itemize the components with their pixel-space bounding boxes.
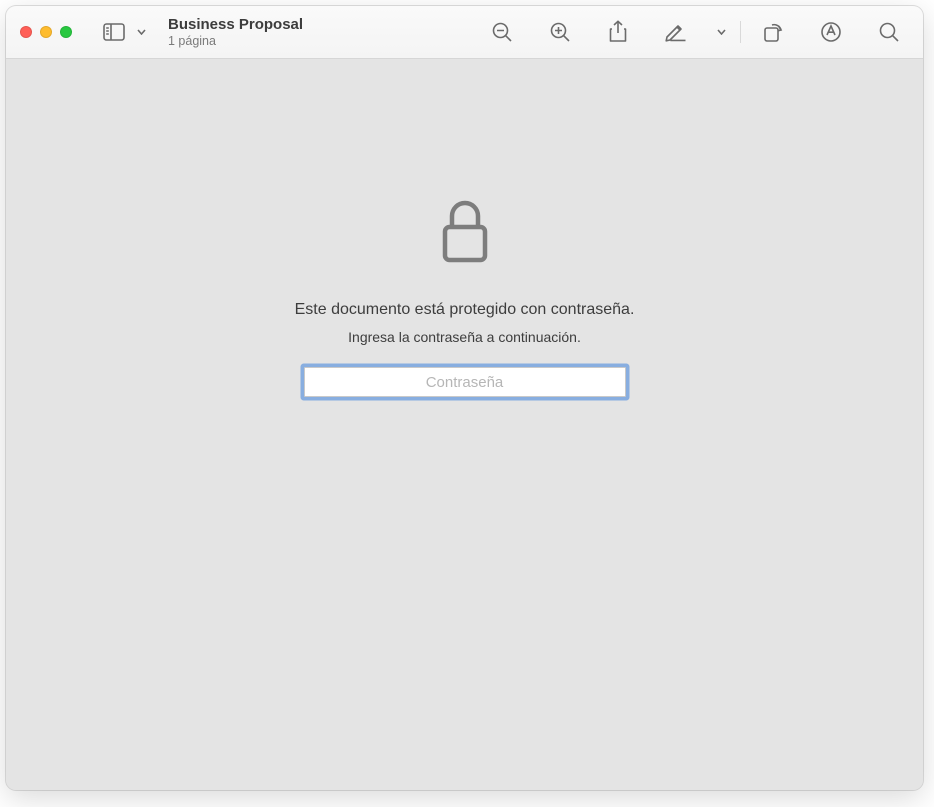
- markup-menu-chevron[interactable]: [714, 14, 728, 50]
- zoom-out-icon: [491, 21, 513, 43]
- content-area: Este documento está protegido con contra…: [6, 59, 923, 790]
- close-window-button[interactable]: [20, 26, 32, 38]
- document-title: Business Proposal: [168, 16, 303, 34]
- marker-icon: [820, 21, 842, 43]
- zoom-in-icon: [549, 21, 571, 43]
- titlebar: Business Proposal 1 página: [6, 6, 923, 59]
- minimize-window-button[interactable]: [40, 26, 52, 38]
- maximize-window-button[interactable]: [60, 26, 72, 38]
- sidebar-menu-chevron[interactable]: [134, 14, 148, 50]
- chevron-down-icon: [137, 29, 146, 35]
- traffic-lights: [20, 26, 72, 38]
- document-subtitle: 1 página: [168, 34, 303, 49]
- sidebar-toggle-group: [94, 14, 148, 50]
- sidebar-toggle-button[interactable]: [94, 14, 134, 50]
- zoom-in-button[interactable]: [540, 14, 580, 50]
- rotate-icon: [762, 21, 784, 43]
- instruction-message: Ingresa la contraseña a continuación.: [348, 329, 581, 345]
- lock-icon: [438, 199, 492, 265]
- preview-window: Business Proposal 1 página: [6, 6, 923, 790]
- protected-message: Este documento está protegido con contra…: [295, 301, 635, 319]
- search-icon: [878, 21, 900, 43]
- rotate-button[interactable]: [753, 14, 793, 50]
- sidebar-icon: [103, 23, 125, 41]
- share-button[interactable]: [598, 14, 638, 50]
- search-button[interactable]: [869, 14, 909, 50]
- markup-button[interactable]: [656, 14, 696, 50]
- title-block: Business Proposal 1 página: [168, 16, 303, 49]
- highlight-button[interactable]: [811, 14, 851, 50]
- share-icon: [608, 20, 628, 44]
- pencil-icon: [664, 22, 688, 42]
- zoom-out-button[interactable]: [482, 14, 522, 50]
- password-input[interactable]: [304, 367, 626, 397]
- toolbar-right: [482, 14, 909, 50]
- divider: [740, 21, 741, 43]
- chevron-down-icon: [717, 29, 726, 35]
- lock-icon-wrapper: [438, 199, 492, 265]
